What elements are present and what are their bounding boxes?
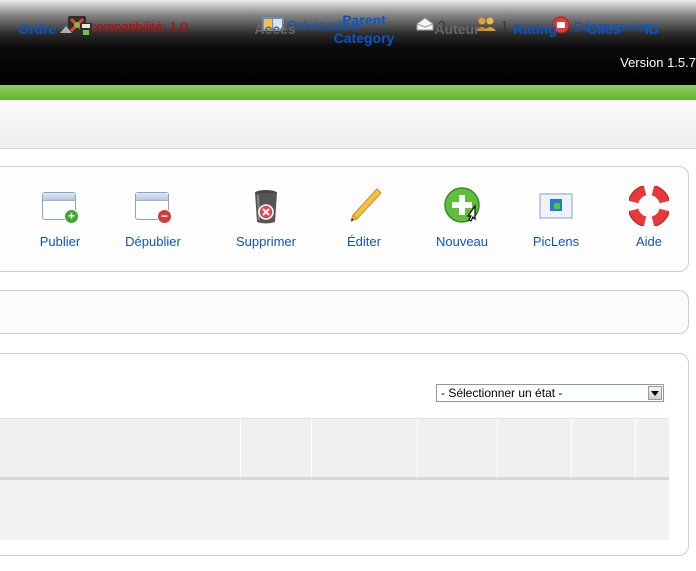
column-divider (635, 418, 636, 478)
add-icon (442, 186, 482, 226)
filter-panel (0, 290, 689, 334)
trash-icon (246, 186, 286, 226)
lifebuoy-icon (627, 184, 671, 228)
column-divider (497, 418, 498, 478)
new-label: Nouveau (435, 234, 489, 249)
column-header-rating[interactable]: Rating (499, 0, 571, 58)
piclens-button[interactable]: PicLens (516, 186, 596, 249)
state-select[interactable]: - Sélectionner un état - (436, 384, 664, 402)
green-accent-bar (0, 85, 696, 100)
table-header (0, 418, 669, 479)
unpublish-button[interactable]: − Dépublier (113, 186, 193, 249)
edit-button[interactable]: Éditer (324, 186, 404, 249)
unpublish-icon: − (133, 186, 173, 226)
state-select-value: - Sélectionner un état - (441, 386, 563, 400)
dropdown-arrow-icon[interactable] (648, 386, 662, 400)
ordre-label: Ordre (18, 21, 57, 37)
publish-button[interactable]: + Publier (20, 186, 100, 249)
save-order-icon[interactable] (78, 21, 94, 37)
column-divider (571, 418, 572, 478)
column-header-clics[interactable]: Clics (573, 0, 635, 58)
sort-asc-icon (60, 25, 73, 33)
table-body-row (0, 479, 669, 540)
piclens-label: PicLens (532, 234, 580, 249)
publish-icon: + (40, 186, 80, 226)
column-header-id[interactable]: ID (637, 0, 667, 58)
publish-label: Publier (39, 234, 81, 249)
pencil-icon (344, 186, 384, 226)
column-divider (240, 418, 241, 478)
column-divider (417, 418, 418, 478)
help-button[interactable]: Aide (609, 184, 689, 249)
piclens-icon (536, 186, 576, 226)
column-header-acces[interactable]: Accès (243, 0, 307, 58)
delete-label: Supprimer (236, 234, 296, 249)
help-label: Aide (635, 234, 663, 249)
new-button[interactable]: Nouveau (422, 186, 502, 249)
unpublish-label: Dépublier (125, 234, 181, 249)
delete-button[interactable]: Supprimer (226, 186, 306, 249)
column-header-ordre[interactable]: Ordre (18, 0, 144, 58)
edit-label: Éditer (347, 234, 381, 249)
status-bar (0, 100, 696, 149)
column-divider (311, 418, 312, 478)
column-header-auteur[interactable]: Auteur (420, 0, 494, 58)
column-header-parent-category[interactable]: Parent Category (314, 0, 414, 58)
